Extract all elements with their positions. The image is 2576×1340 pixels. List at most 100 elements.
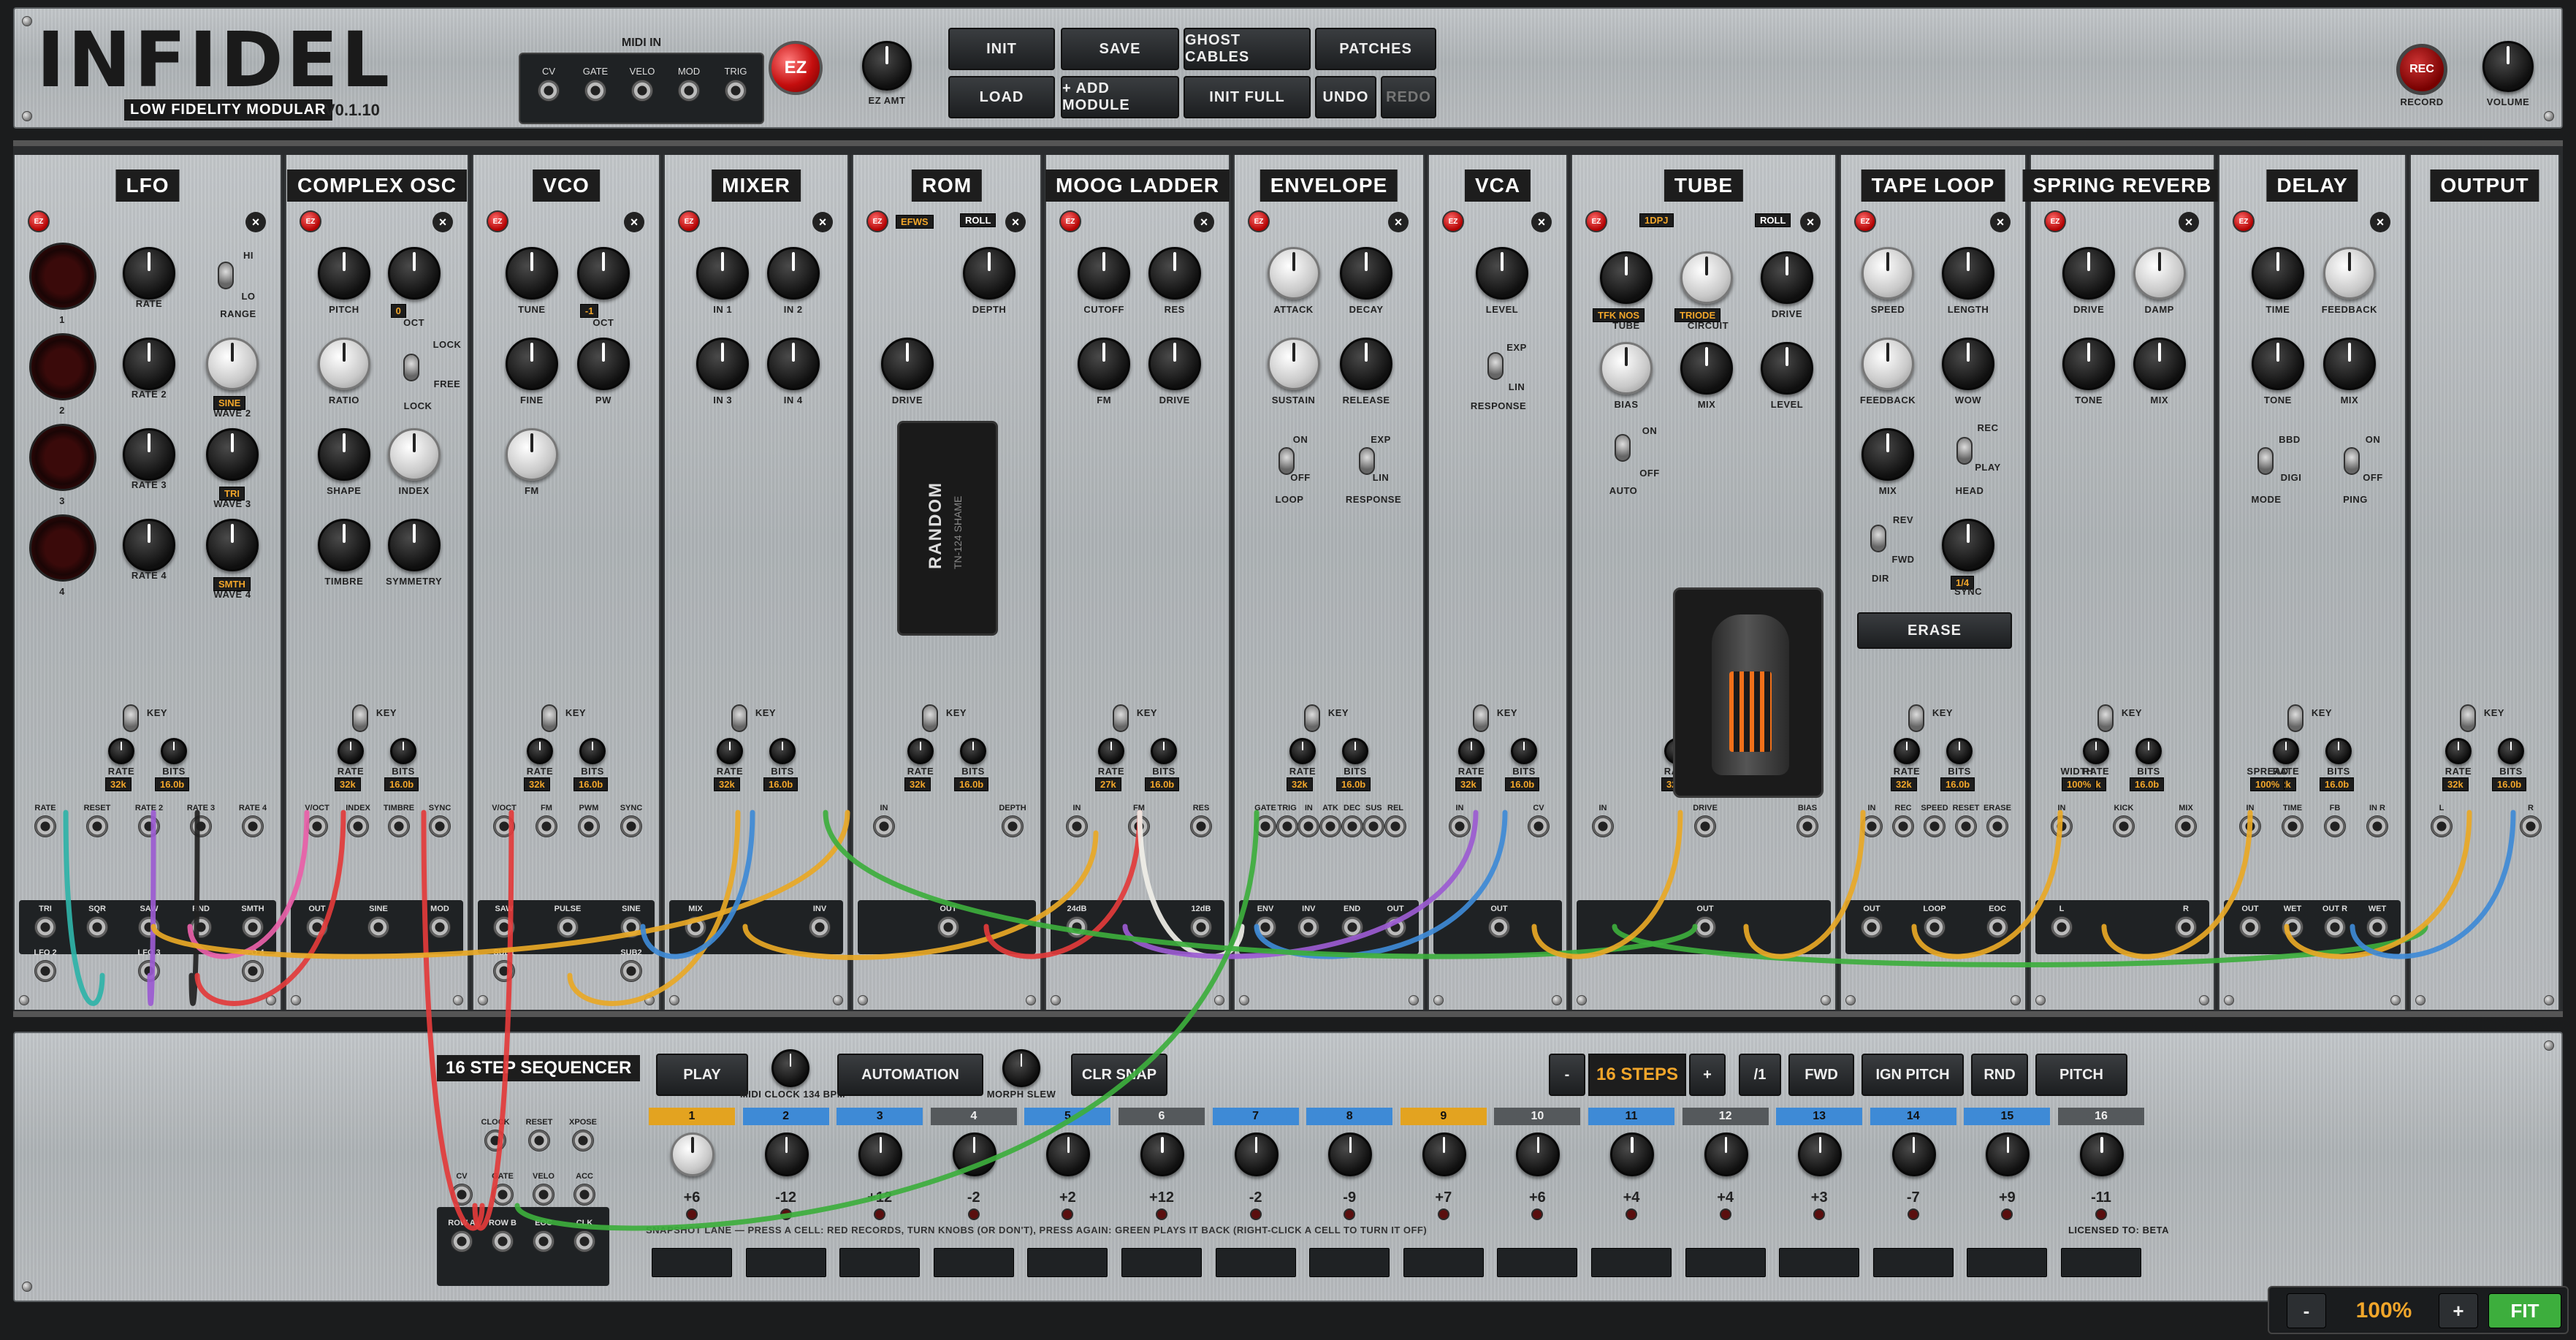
snapshot-cell[interactable] (652, 1248, 732, 1277)
bitcrush-bits-knob[interactable] (1342, 738, 1368, 764)
complex_osc-knob-6[interactable] (317, 519, 370, 571)
mixer-knob-3[interactable] (766, 338, 820, 390)
lfo-output-jack[interactable]: SAW (129, 905, 169, 938)
module-ez-button[interactable]: EZ (487, 210, 508, 232)
step-number[interactable]: 1 (649, 1108, 735, 1125)
step-pitch-knob[interactable] (858, 1132, 903, 1176)
lfo-rate-knob[interactable] (123, 338, 175, 390)
moog-input-jack[interactable]: IN (1056, 804, 1097, 837)
tube-bias-knob[interactable] (1600, 342, 1653, 395)
module-close-icon[interactable]: × (1800, 212, 1821, 232)
rnd-button[interactable]: RND (1971, 1054, 2028, 1096)
tube-auto-toggle[interactable] (1615, 434, 1631, 462)
lfo-input-jack[interactable]: RATE 2 (129, 804, 169, 837)
output-input-jack[interactable]: R (2510, 804, 2551, 837)
vca-level-knob[interactable] (1476, 247, 1528, 300)
play-button[interactable]: PLAY (656, 1054, 748, 1096)
moog-knob-1[interactable] (1148, 247, 1201, 300)
delay-output-jack[interactable]: WET (2357, 905, 2398, 938)
moog-output-jack[interactable]: 12dB (1181, 905, 1222, 938)
complex_osc-knob-1[interactable] (387, 247, 441, 300)
step-number[interactable]: 7 (1212, 1108, 1299, 1125)
save-button[interactable]: SAVE (1061, 28, 1179, 70)
module-close-icon[interactable]: × (1531, 212, 1552, 232)
vco-input-jack[interactable]: SYNC (611, 804, 652, 837)
sequencer-cv-jack[interactable]: ACC (564, 1172, 605, 1206)
vca-input-jack[interactable]: CV (1518, 804, 1559, 837)
rom-drive-knob[interactable] (881, 338, 934, 390)
rom-input-jack[interactable]: DEPTH (992, 804, 1033, 837)
sequencer-out-jack[interactable]: CLK (564, 1219, 605, 1252)
delay-input-jack[interactable]: TIME (2272, 804, 2313, 837)
bitcrush-bits-knob[interactable] (1151, 738, 1177, 764)
lfo-input-jack[interactable]: RATE (25, 804, 66, 837)
step-pitch-knob[interactable] (1328, 1132, 1373, 1176)
sequencer-cv-jack[interactable]: GATE (482, 1172, 523, 1206)
step-pitch-knob[interactable] (1891, 1132, 1936, 1176)
delay-knob-1[interactable] (2322, 247, 2376, 300)
lfo-input-jack[interactable]: RESET (77, 804, 118, 837)
envelope-knob-0[interactable] (1267, 247, 1320, 300)
step-pitch-knob[interactable] (671, 1132, 715, 1176)
envelope-knob-3[interactable] (1340, 338, 1393, 390)
reverb-output-jack[interactable]: R (2165, 905, 2206, 938)
step-gate-led[interactable] (1062, 1208, 1074, 1220)
lfo-range-toggle[interactable] (218, 262, 234, 289)
vco-output-jack[interactable]: PULSE (547, 905, 588, 938)
bitcrush-key-toggle[interactable] (123, 704, 139, 732)
tape-feedback-knob[interactable] (1861, 338, 1914, 390)
tube-drive-knob[interactable] (1761, 251, 1813, 304)
lfo-input-jack[interactable]: RATE 3 (180, 804, 221, 837)
tape-output-jack[interactable]: EOC (1977, 905, 2018, 938)
midi-clock-knob[interactable] (771, 1049, 809, 1087)
tape-wow-knob[interactable] (1942, 338, 1994, 390)
midi-jack-gate[interactable]: GATE (577, 66, 614, 102)
ign-pitch-button[interactable]: IGN PITCH (1861, 1054, 1964, 1096)
tape-input-jack[interactable]: ERASE (1977, 804, 2018, 837)
module-ez-button[interactable]: EZ (866, 210, 888, 232)
reverb-knob-3[interactable] (2133, 338, 2186, 390)
tube-output-jack[interactable]: OUT (1685, 905, 1726, 938)
step-number[interactable]: 9 (1400, 1108, 1487, 1125)
lfo-input-jack[interactable]: RATE 4 (232, 804, 273, 837)
envelope-response-toggle[interactable] (1359, 447, 1375, 475)
module-ez-button[interactable]: EZ (300, 210, 321, 232)
step-pitch-knob[interactable] (2080, 1132, 2124, 1176)
step-number[interactable]: 13 (1776, 1108, 1863, 1125)
tape-mix-knob[interactable] (1861, 428, 1914, 481)
step-number[interactable]: 8 (1306, 1108, 1393, 1125)
bitcrush-bits-knob[interactable] (2498, 738, 2524, 764)
volume-knob[interactable] (2482, 41, 2534, 92)
complex_osc-knob-4[interactable] (317, 428, 370, 481)
lfo-output-jack[interactable]: SMTH (232, 905, 273, 938)
bitcrush-key-toggle[interactable] (1304, 704, 1320, 732)
fit-button[interactable]: FIT (2488, 1293, 2561, 1328)
tape-length-knob[interactable] (1942, 247, 1994, 300)
rom-input-jack[interactable]: IN (864, 804, 904, 837)
module-ez-button[interactable]: EZ (1248, 210, 1270, 232)
lfo-output-jack[interactable]: SQR (77, 905, 118, 938)
snapshot-cell[interactable] (2061, 1248, 2141, 1277)
step-number[interactable]: 15 (1964, 1108, 2051, 1125)
module-close-icon[interactable]: × (1194, 212, 1214, 232)
bitcrush-key-toggle[interactable] (2097, 704, 2114, 732)
mixer-knob-1[interactable] (766, 247, 820, 300)
vco-input-jack[interactable]: PWM (568, 804, 609, 837)
envelope-output-jack[interactable]: INV (1288, 905, 1329, 938)
step-number[interactable]: 2 (742, 1108, 829, 1125)
delay-ping-toggle[interactable] (2344, 447, 2360, 475)
lfo-output-jack[interactable]: LFO 2 (25, 948, 66, 982)
step-number[interactable]: 3 (837, 1108, 923, 1125)
snapshot-cell[interactable] (1967, 1248, 2048, 1277)
midi-jack-cv[interactable]: CV (530, 66, 567, 102)
module-close-icon[interactable]: × (1005, 212, 1026, 232)
sequencer-out-jack[interactable]: ROW A (441, 1219, 482, 1252)
bitcrush-rate-knob[interactable] (2083, 738, 2109, 764)
lfo-rate-knob[interactable] (123, 428, 175, 481)
complex-osc-lock-toggle[interactable] (403, 354, 419, 381)
step-gate-led[interactable] (1249, 1208, 1262, 1220)
vco-knob-4[interactable] (505, 428, 558, 481)
mixer-knob-2[interactable] (696, 338, 750, 390)
sequencer-out-jack[interactable]: ROW B (482, 1219, 523, 1252)
snapshot-cell[interactable] (1309, 1248, 1390, 1277)
